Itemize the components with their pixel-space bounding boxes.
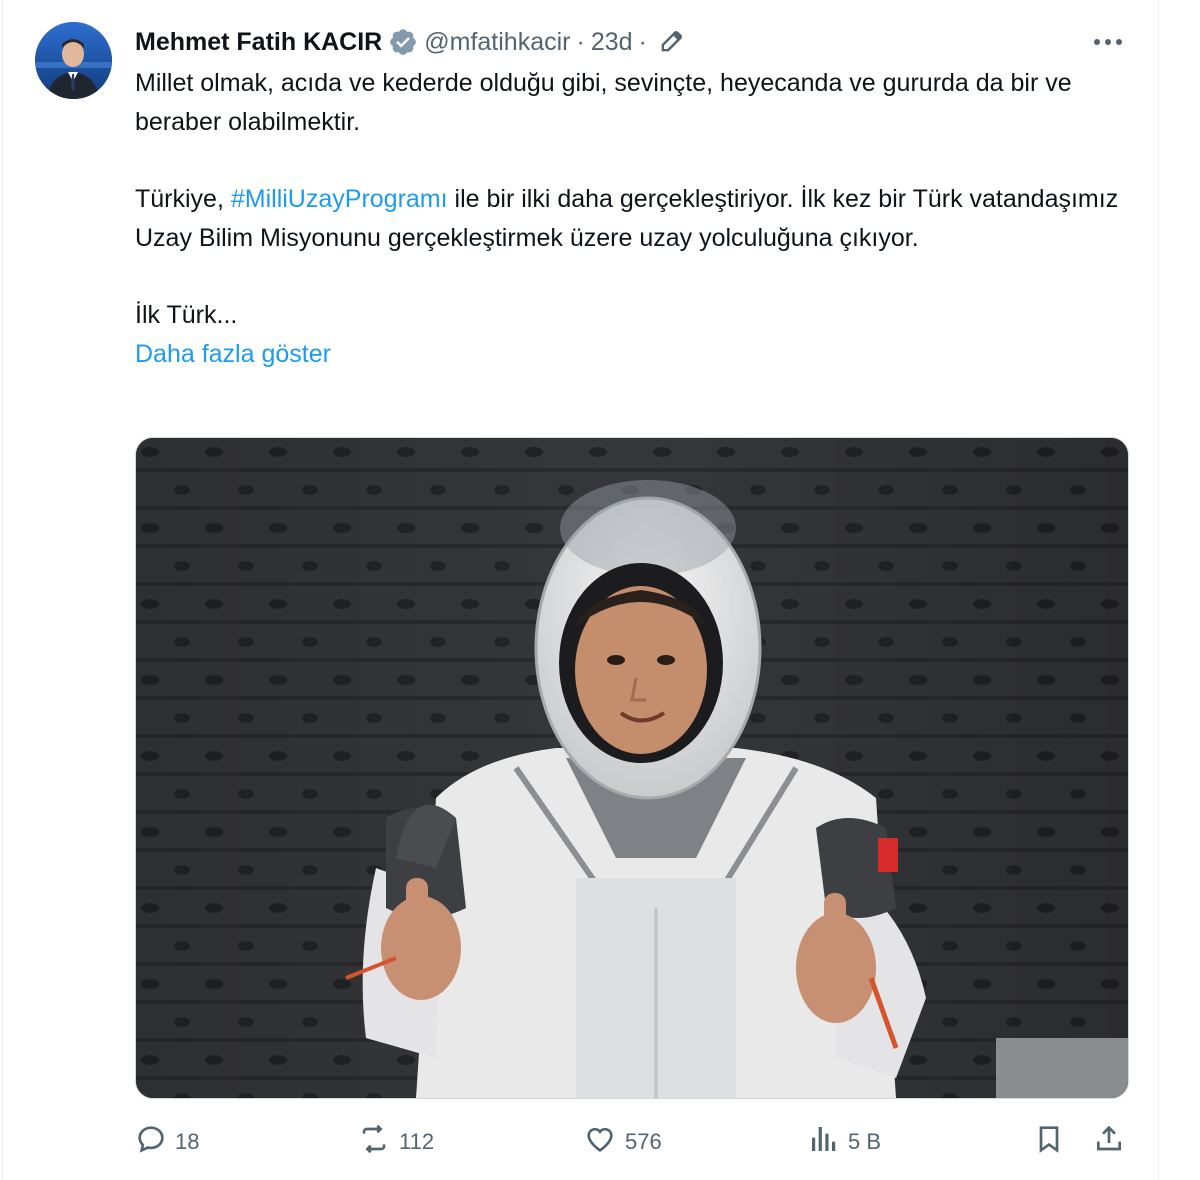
tweet-paragraph: Millet olmak, acıda ve kederde olduğu gi… (135, 69, 1072, 136)
repost-icon (357, 1123, 391, 1161)
show-more-link[interactable]: Daha fazla göster (135, 335, 331, 374)
tweet-media-photo[interactable] (135, 437, 1129, 1099)
tweet-paragraph: Türkiye, #MilliUzayProgramı ile bir ilki… (135, 180, 1135, 258)
share-icon (1093, 1123, 1125, 1161)
bookmark-button[interactable] (1033, 1120, 1065, 1164)
like-button[interactable]: 576 (583, 1120, 662, 1164)
tweet: Mehmet Fatih KACIR @mfatihkacir · 23d · … (0, 0, 1200, 1180)
views-chart-icon (808, 1123, 840, 1161)
verified-badge-icon (388, 27, 418, 57)
tweet-timestamp[interactable]: 23d (591, 28, 633, 57)
tweet-paragraph: İlk Türk... (135, 301, 238, 329)
avatar[interactable] (35, 22, 112, 99)
reply-icon (135, 1123, 167, 1161)
edited-pencil-icon[interactable] (657, 28, 685, 56)
share-button[interactable] (1093, 1120, 1125, 1164)
reply-button[interactable]: 18 (135, 1120, 199, 1164)
like-count: 576 (625, 1129, 662, 1154)
bookmark-icon (1033, 1123, 1065, 1161)
author-name[interactable]: Mehmet Fatih KACIR (135, 28, 382, 57)
views-count: 5 B (848, 1129, 882, 1154)
reply-count: 18 (175, 1129, 200, 1154)
repost-button[interactable]: 112 (357, 1120, 434, 1164)
action-bar: 18 112 576 5 B (135, 1120, 1130, 1164)
tweet-header: Mehmet Fatih KACIR @mfatihkacir · 23d · (135, 26, 685, 58)
separator-dot: · (576, 27, 585, 56)
tweet-text-segment: Türkiye, (135, 185, 231, 213)
tweet-text: Millet olmak, acıda ve kederde olduğu gi… (135, 64, 1135, 374)
more-icon[interactable] (1088, 28, 1128, 56)
hashtag-link[interactable]: #MilliUzayProgramı (231, 185, 448, 213)
separator-dot: · (638, 27, 647, 56)
views-button[interactable]: 5 B (808, 1120, 881, 1164)
repost-count: 112 (399, 1129, 435, 1154)
author-handle[interactable]: @mfatihkacir (424, 28, 570, 57)
heart-icon (583, 1123, 617, 1161)
